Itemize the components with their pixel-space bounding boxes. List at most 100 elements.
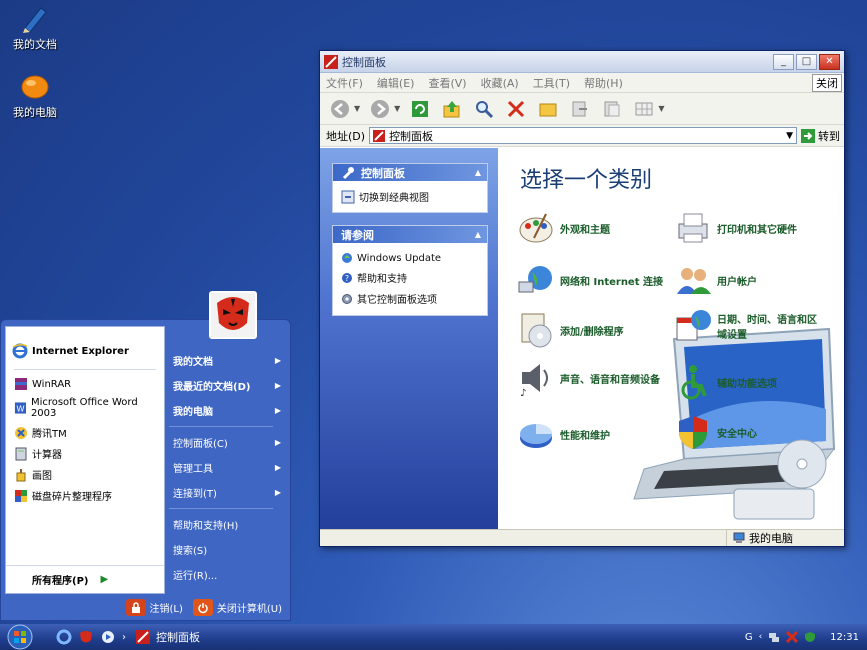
start-menu-power: 注销(L) 关闭计算机(U): [125, 599, 282, 616]
back-icon[interactable]: [328, 97, 352, 121]
arrow-right-icon: ▶: [274, 463, 281, 472]
window-titlebar[interactable]: 控制面板 _ □ ✕: [320, 51, 844, 73]
go-button[interactable]: 转到: [801, 128, 840, 144]
menu-view[interactable]: 查看(V): [428, 75, 466, 91]
menu-control-panel[interactable]: 控制面板(C) ▶: [169, 430, 287, 455]
address-bar: 地址(D) 控制面板 ▼ 转到: [320, 125, 844, 147]
chevron-right-icon[interactable]: ›: [122, 632, 126, 643]
menu-connect-to[interactable]: 连接到(T) ▶: [169, 480, 287, 505]
desktop-icon-label: 我的电脑: [13, 106, 57, 119]
chevron-down-icon[interactable]: ▼: [658, 104, 664, 113]
chevron-down-icon[interactable]: ▼: [354, 104, 360, 113]
menu-recent-documents[interactable]: 我最近的文档(D) ▶: [169, 373, 287, 398]
start-menu-programs: Internet Explorer WinRAR W Microsoft Off…: [5, 326, 165, 594]
all-programs-button[interactable]: 所有程序(P) ▶: [6, 565, 164, 593]
main-panel: 选择一个类别 外观和主题 打印机和其它硬件 网络和 Internet 连接 用户…: [498, 148, 844, 529]
category-accessibility[interactable]: 辅助功能选项: [673, 362, 777, 402]
close-link[interactable]: 关闭: [812, 73, 842, 92]
avatar[interactable]: [209, 291, 257, 339]
address-input[interactable]: 控制面板 ▼: [369, 127, 797, 144]
collapse-icon[interactable]: ▲: [475, 168, 481, 177]
speaker-icon: ♪: [520, 364, 548, 398]
recent-defrag[interactable]: 磁盘碎片整理程序: [6, 485, 164, 506]
orange-ball-icon: [21, 75, 49, 99]
menu-edit[interactable]: 编辑(E): [377, 75, 415, 91]
category-user-accounts[interactable]: 用户帐户: [673, 260, 757, 300]
category-date-time-language[interactable]: 日期、时间、语言和区域设置: [673, 306, 818, 346]
wrench-icon: [342, 166, 354, 179]
menu-my-computer[interactable]: 我的电脑 ▶: [169, 398, 287, 423]
delete-icon[interactable]: [504, 97, 528, 121]
pinned-internet-explorer[interactable]: Internet Explorer: [6, 327, 164, 365]
category-appearance[interactable]: 外观和主题: [516, 208, 610, 248]
start-button[interactable]: [0, 624, 40, 650]
category-network-internet[interactable]: 网络和 Internet 连接: [516, 260, 663, 300]
category-add-remove-programs[interactable]: 添加/删除程序: [516, 310, 624, 350]
recent-paint[interactable]: 画图: [6, 464, 164, 485]
taskbar-task-control-panel[interactable]: 控制面板: [136, 629, 200, 645]
recent-winrar[interactable]: WinRAR: [6, 374, 164, 394]
desktop-icon-my-computer[interactable]: 我的电脑: [0, 70, 70, 120]
see-also-other-options[interactable]: 其它控制面板选项: [333, 288, 487, 309]
internet-explorer-icon[interactable]: [56, 629, 72, 645]
category-printers-hardware[interactable]: 打印机和其它硬件: [673, 208, 797, 248]
menu-admin-tools[interactable]: 管理工具 ▶: [169, 455, 287, 480]
category-sound-audio[interactable]: ♪ 声音、语音和音频设备: [516, 358, 661, 398]
chevron-left-icon[interactable]: ‹: [759, 632, 763, 642]
maximize-button[interactable]: □: [796, 53, 817, 70]
switch-classic-view-link[interactable]: 切换到经典视图: [333, 181, 487, 212]
copy-to-icon[interactable]: [600, 97, 624, 121]
menu-help[interactable]: 帮助(H): [584, 75, 623, 91]
menu-my-documents[interactable]: 我的文档 ▶: [169, 348, 287, 373]
tencent-tm-icon: [15, 426, 27, 439]
see-also-help-support[interactable]: ? 帮助和支持: [333, 267, 487, 288]
calculator-icon: [15, 447, 27, 460]
see-also-header[interactable]: 请参阅 ▲: [333, 226, 487, 243]
category-security-center[interactable]: 安全中心: [673, 412, 757, 452]
menu-run[interactable]: 运行(R)...: [169, 562, 287, 587]
network-icon[interactable]: [768, 631, 780, 643]
search-icon[interactable]: [472, 97, 496, 121]
shield-tray-icon[interactable]: [804, 631, 816, 643]
control-panel-window: 控制面板 _ □ ✕ 文件(F) 编辑(E) 查看(V) 收藏(A) 工具(T)…: [319, 50, 845, 547]
logoff-button[interactable]: 注销(L): [125, 599, 183, 616]
menu-help-support[interactable]: 帮助和支持(H): [169, 512, 287, 537]
folders-icon[interactable]: [536, 97, 560, 121]
refresh-icon[interactable]: [408, 97, 432, 121]
move-to-icon[interactable]: [568, 97, 592, 121]
go-label: 转到: [818, 129, 840, 143]
menu-search[interactable]: 搜索(S): [169, 537, 287, 562]
collapse-icon[interactable]: ▲: [475, 230, 481, 239]
category-performance[interactable]: 性能和维护: [516, 414, 610, 454]
power-icon: [192, 599, 213, 616]
recent-tencent-tm[interactable]: 腾讯TM: [6, 422, 164, 443]
see-also-windows-update[interactable]: Windows Update: [333, 249, 487, 267]
clock: 12:31: [830, 631, 859, 643]
control-panel-box: 控制面板 ▲ 切换到经典视图: [332, 163, 488, 213]
shutdown-button[interactable]: 关闭计算机(U): [192, 599, 282, 616]
chevron-down-icon[interactable]: ▼: [786, 131, 793, 141]
menu-tools[interactable]: 工具(T): [533, 75, 570, 91]
windows-orb-icon: [7, 624, 33, 650]
chevron-down-icon[interactable]: ▼: [394, 104, 400, 113]
menu-favorites[interactable]: 收藏(A): [481, 75, 519, 91]
status-zone: 我的电脑: [726, 530, 844, 546]
control-panel-box-header[interactable]: 控制面板 ▲: [333, 164, 487, 181]
recent-calculator[interactable]: 计算器: [6, 443, 164, 464]
up-folder-icon[interactable]: [440, 97, 464, 121]
opera-mask-icon[interactable]: [78, 629, 94, 645]
media-player-icon[interactable]: [100, 629, 116, 645]
desktop-icon-my-documents[interactable]: 我的文档: [0, 2, 70, 52]
arrow-right-icon: ▶: [100, 574, 109, 585]
forward-icon[interactable]: [368, 97, 392, 121]
minimize-button[interactable]: _: [773, 53, 794, 70]
input-indicator[interactable]: G: [745, 632, 753, 643]
go-arrow-icon: [801, 128, 815, 143]
pen-icon: [23, 7, 47, 33]
views-icon[interactable]: [632, 97, 656, 121]
menu-file[interactable]: 文件(F): [326, 75, 363, 91]
close-button[interactable]: ✕: [819, 53, 840, 70]
recent-word-2003[interactable]: W Microsoft Office Word 2003: [6, 394, 164, 422]
gear-icon: [342, 293, 352, 304]
antivirus-icon[interactable]: [786, 631, 799, 643]
